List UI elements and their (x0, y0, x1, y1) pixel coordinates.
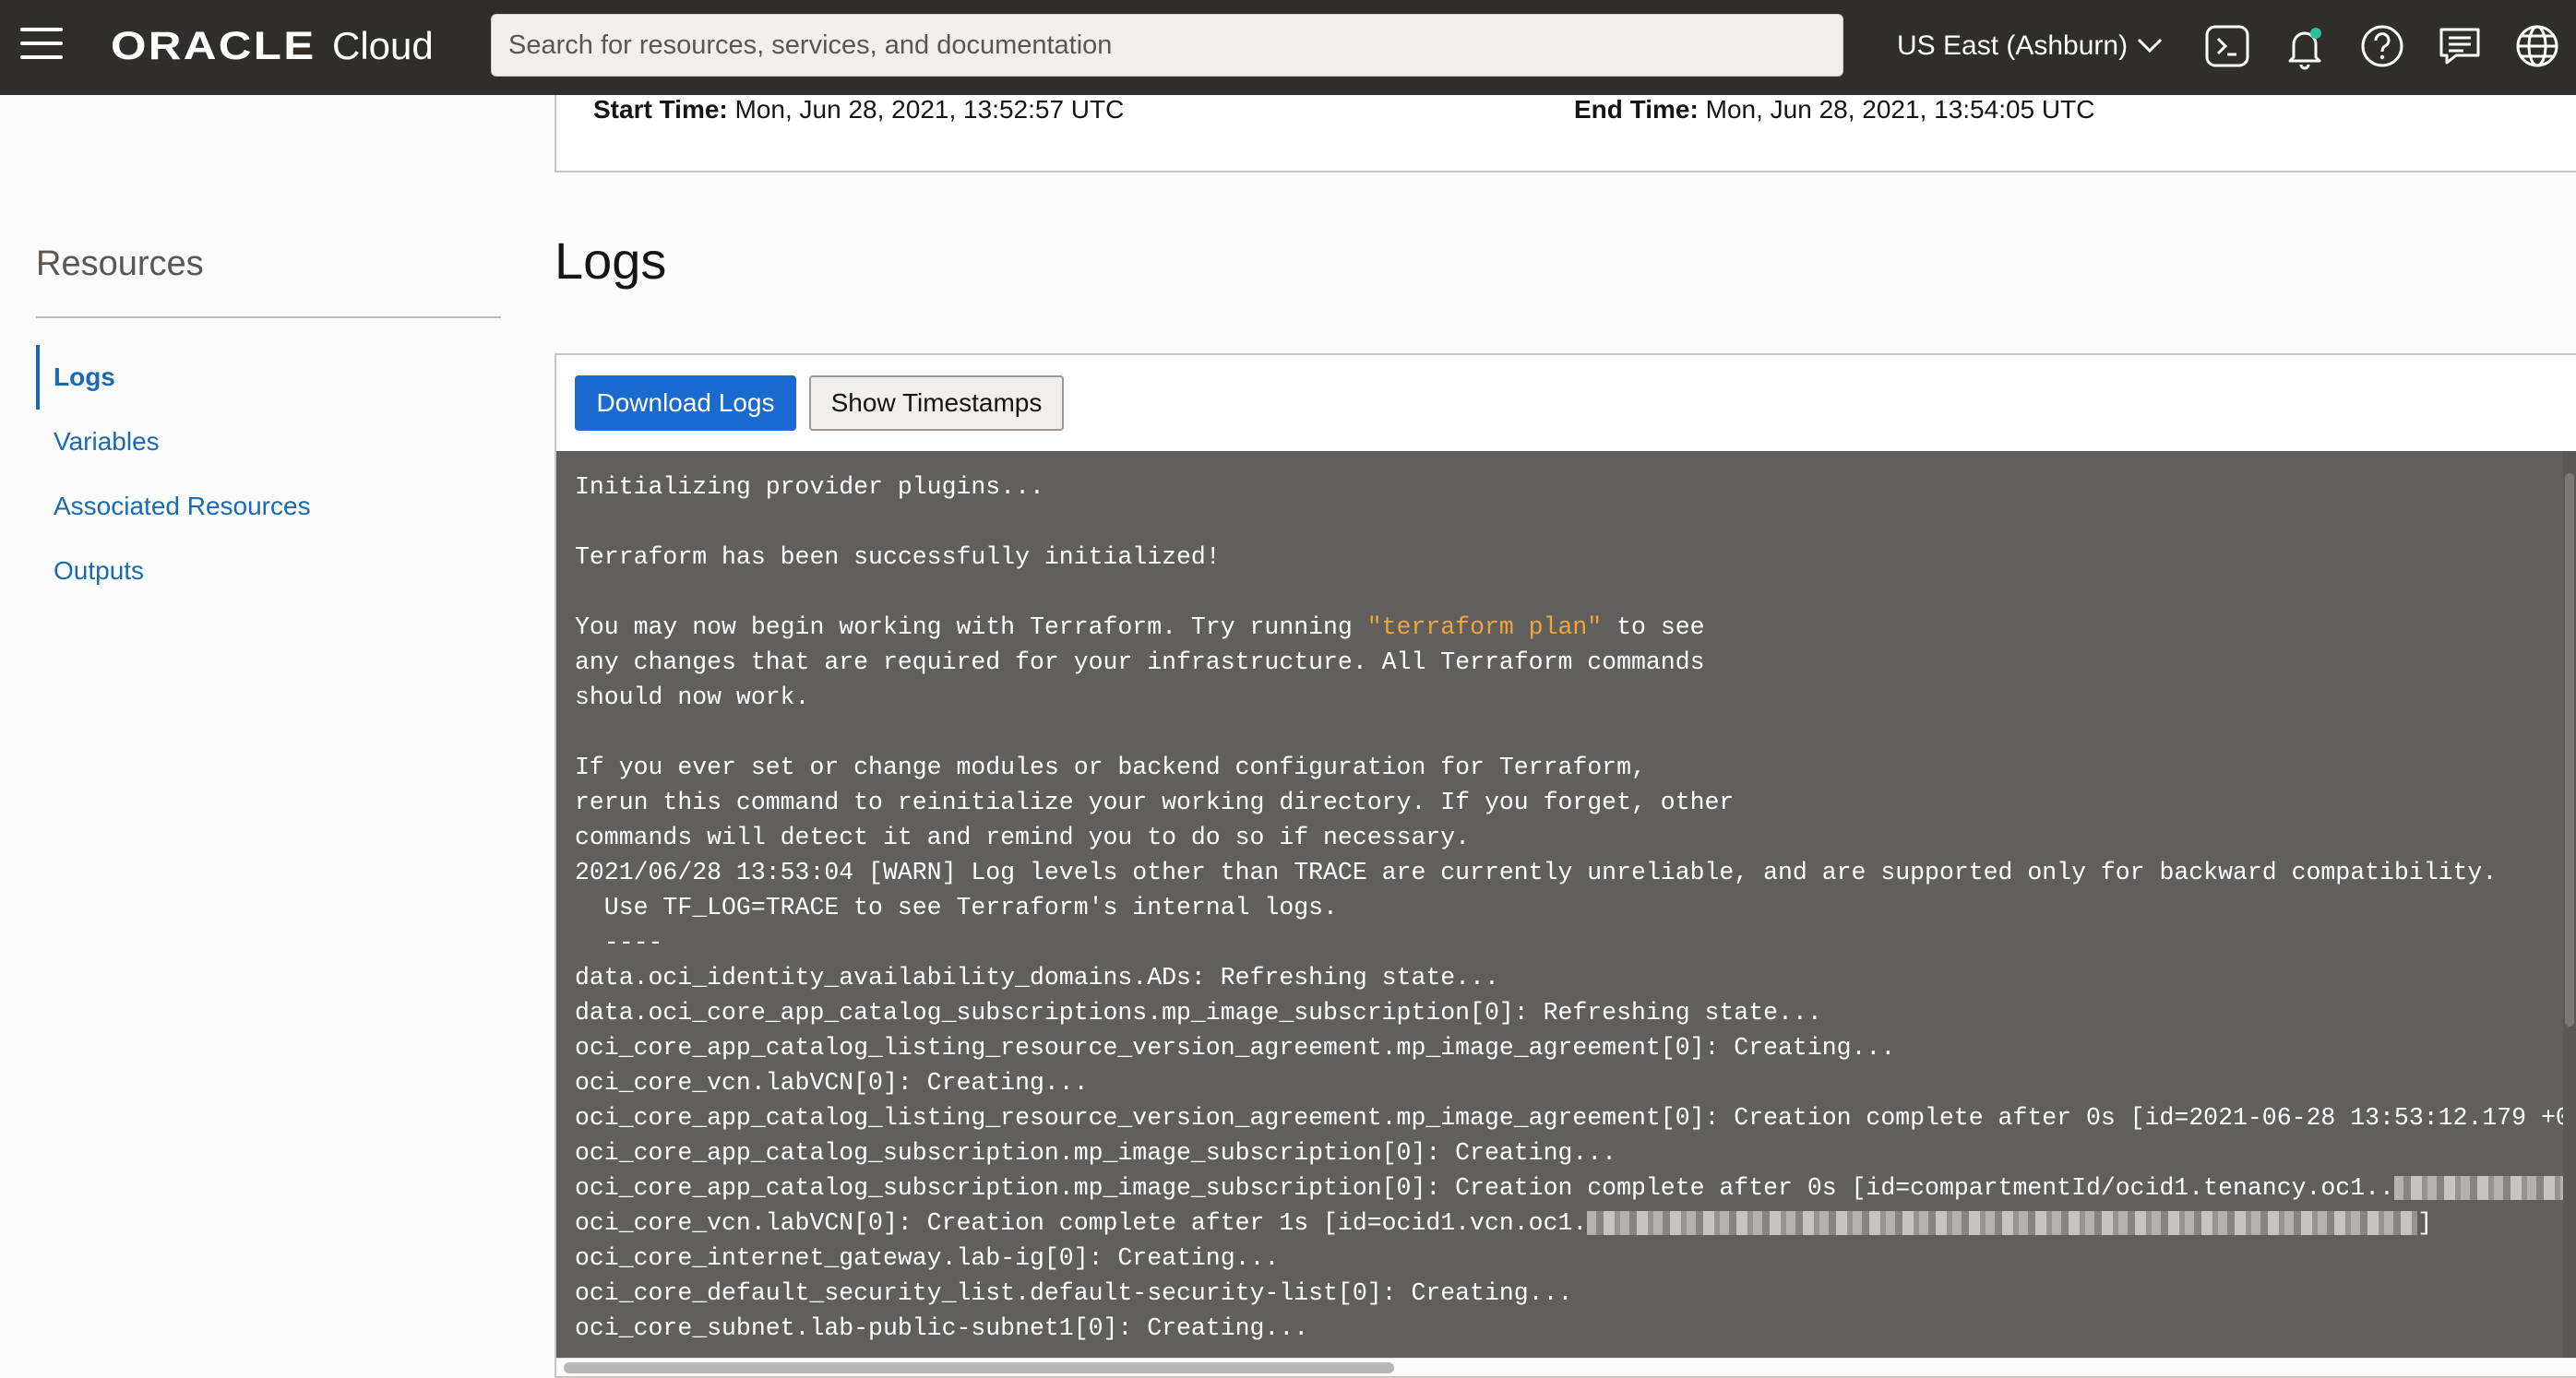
start-time-label: Start Time: (593, 95, 728, 124)
log-line: rerun this command to reinitialize your … (575, 789, 1735, 816)
top-nav-bar: ORACLE Cloud US East (Ashburn) (0, 0, 2576, 95)
download-logs-button[interactable]: Download Logs (575, 375, 796, 431)
horizontal-scrollbar-thumb[interactable] (564, 1362, 1394, 1373)
end-time: End Time: Mon, Jun 28, 2021, 13:54:05 UT… (1574, 95, 2094, 125)
show-timestamps-button[interactable]: Show Timestamps (809, 375, 1064, 431)
log-line: Initializing provider plugins... (575, 473, 1044, 501)
hamburger-menu-icon[interactable] (20, 28, 63, 59)
vertical-scrollbar[interactable] (2563, 451, 2576, 1376)
logs-panel: Download Logs Show Timestamps Initializi… (555, 353, 2576, 1378)
help-icon[interactable] (2358, 22, 2406, 70)
brand-cloud: Cloud (332, 24, 434, 67)
end-time-label: End Time: (1574, 95, 1699, 124)
resources-divider (36, 316, 501, 318)
log-line: commands will detect it and remind you t… (575, 824, 1471, 851)
log-line: oci_core_vcn.labVCN[0]: Creating... (575, 1069, 1089, 1097)
region-label: US East (Ashburn) (1897, 30, 2129, 61)
resources-item-outputs[interactable]: Outputs (36, 539, 501, 603)
log-line: Terraform has been successfully initiali… (575, 543, 1221, 571)
log-line: data.oci_core_app_catalog_subscriptions.… (575, 999, 1822, 1027)
resources-heading: Resources (36, 244, 204, 283)
log-line: oci_core_internet_gateway.lab-ig[0]: Cre… (575, 1244, 1280, 1272)
end-time-value: Mon, Jun 28, 2021, 13:54:05 UTC (1705, 95, 2095, 124)
notifications-bell-icon[interactable] (2281, 22, 2329, 70)
search-box (491, 14, 1843, 77)
start-time-value: Mon, Jun 28, 2021, 13:52:57 UTC (734, 95, 1125, 124)
redacted-id (2393, 1176, 2576, 1200)
log-line: oci_core_app_catalog_listing_resource_ve… (575, 1034, 1896, 1062)
log-line: If you ever set or change modules or bac… (575, 754, 1646, 781)
log-line: any changes that are required for your i… (575, 648, 1705, 676)
log-line: You may now begin working with Terraform… (575, 613, 1705, 641)
log-line: should now work. (575, 683, 810, 711)
horizontal-scrollbar[interactable] (556, 1358, 2576, 1376)
vertical-scrollbar-thumb[interactable] (2565, 473, 2574, 1027)
log-line: oci_core_default_security_list.default-s… (575, 1279, 1573, 1307)
redacted-id (1587, 1211, 2418, 1235)
chevron-down-icon (2137, 30, 2163, 62)
resources-item-variables[interactable]: Variables (36, 410, 501, 474)
start-time: Start Time: Mon, Jun 28, 2021, 13:52:57 … (593, 95, 1124, 125)
log-line: ---- (575, 929, 663, 956)
log-text: Initializing provider plugins... Terrafor… (575, 469, 2576, 1346)
resources-item-logs[interactable]: Logs (36, 345, 501, 410)
log-line: 2021/06/28 13:53:04 [WARN] Log levels ot… (575, 859, 2498, 886)
job-details-panel: Start Time: Mon, Jun 28, 2021, 13:52:57 … (555, 95, 2576, 172)
language-globe-icon[interactable] (2513, 22, 2561, 70)
resources-item-associated-resources[interactable]: Associated Resources (36, 474, 501, 539)
log-line: data.oci_identity_availability_domains.A… (575, 964, 1499, 992)
region-selector[interactable]: US East (Ashburn) (1897, 26, 2163, 66)
log-line: oci_core_app_catalog_subscription.mp_ima… (575, 1170, 2576, 1206)
brand-oracle: ORACLE (111, 23, 316, 68)
oracle-cloud-logo[interactable]: ORACLE Cloud (111, 20, 434, 72)
log-line: oci_core_subnet.lab-public-subnet1[0]: C… (575, 1314, 1309, 1342)
log-line: oci_core_app_catalog_subscription.mp_ima… (575, 1139, 1617, 1167)
feedback-chat-icon[interactable] (2436, 22, 2484, 70)
log-output[interactable]: Initializing provider plugins... Terrafor… (556, 451, 2576, 1376)
log-line: oci_core_app_catalog_listing_resource_ve… (575, 1104, 2576, 1132)
logs-heading: Logs (555, 232, 667, 290)
log-line: Use TF_LOG=TRACE to see Terraform's inte… (575, 894, 1338, 921)
search-input[interactable] (492, 15, 1843, 76)
cloud-shell-icon[interactable] (2203, 22, 2251, 70)
log-line: oci_core_vcn.labVCN[0]: Creation complet… (575, 1209, 2433, 1237)
resources-nav: Logs Variables Associated Resources Outp… (36, 345, 501, 603)
